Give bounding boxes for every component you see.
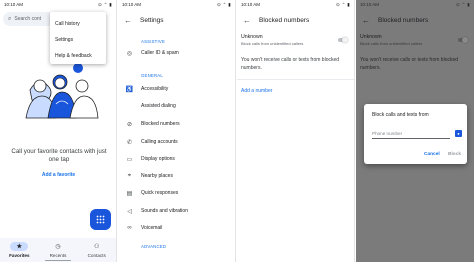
unknown-callers-toggle[interactable] [338,36,348,43]
phone-settings-icon: ✆ [126,139,133,146]
phone-number-input[interactable]: Phone number [372,129,450,139]
unknown-title: Unknown [360,34,382,40]
status-bar: 10:10 AM ⊙ ⌃ ▮ [356,0,474,9]
app-bar: ← Blocked numbers [356,12,474,28]
nav-favorites[interactable]: ★ Favorites [0,238,39,262]
bottom-navigation: ★ Favorites ◷ Recents ⚇ Contacts [0,238,116,262]
app-bar: ← Blocked numbers [237,12,354,28]
blocked-numbers-screen: 10:10 AM ⊙ ⌃ ▮ ← Blocked numbers Unknown… [237,0,355,262]
overflow-menu: Call history Settings Help & feedback [50,12,106,64]
settings-item-voicemail[interactable]: ∞ Voicemail [118,221,235,235]
favorites-illustration [25,63,99,119]
unknown-callers-toggle [458,36,468,43]
status-icons: ⊙ ⌃ ▮ [455,2,470,7]
section-header-assistive: ASSISTIVE [141,39,166,44]
people-icon: ⚇ [93,244,100,250]
back-arrow-icon[interactable]: ← [243,16,259,25]
empty-favorites-message: Call your favorite contacts with just on… [11,148,107,163]
menu-item-call-history[interactable]: Call history [50,16,106,32]
nav-recents[interactable]: ◷ Recents [39,238,78,262]
block-number-dialog: Block calls and texts from Phone number … [364,104,467,164]
settings-item-label: Sounds and vibration [141,208,188,214]
nav-label: Contacts [87,253,106,258]
settings-item-label: Nearby places [141,173,173,179]
settings-item-sounds-vibration[interactable]: ◁ Sounds and vibration [118,204,235,218]
dialpad-button[interactable] [90,209,111,230]
settings-item-label: Calling accounts [141,139,178,145]
speaker-icon: ◁ [127,208,132,215]
nav-label: Favorites [9,253,30,258]
block-number-dialog-screen: 10:10 AM ⊙ ⌃ ▮ ← Blocked numbers Unknown… [356,0,474,262]
status-bar: 10:10 AM ⊙ ⌃ ▮ [118,0,235,9]
status-icons: ⊙ ⌃ ▮ [335,2,350,7]
back-arrow-icon: ← [362,15,370,25]
settings-item-blocked-numbers[interactable]: ⊘ Blocked numbers [118,117,235,131]
block-icon: ⊘ [126,121,133,128]
add-number-link[interactable]: Add a number [241,88,272,94]
nav-contacts[interactable]: ⚇ Contacts [77,238,116,262]
blocked-info-text: You won't receive calls or texts from bl… [360,57,459,71]
unknown-subtitle: Block calls from unidentified callers [241,41,304,46]
display-icon: ▭ [126,156,133,163]
status-time: 10:10 AM [122,2,142,7]
menu-item-settings[interactable]: Settings [50,32,106,48]
page-title: Settings [140,16,164,24]
status-time: 10:10 AM [241,2,261,7]
location-pin-icon: ⌖ [127,172,132,179]
settings-item-label: Voicemail [141,225,163,231]
search-placeholder: Search cont [14,16,42,22]
block-button[interactable]: Block [448,152,461,157]
contact-picker-icon[interactable]: ● [455,130,462,137]
unknown-title: Unknown [241,34,263,40]
search-bar[interactable]: ⌕ Search cont [3,12,55,26]
app-bar: ← Settings [118,12,235,28]
settings-item-label: Quick responses [141,190,179,196]
settings-item-accessibility[interactable]: ♿ Accessibility [118,82,235,96]
unknown-subtitle: Block calls from unidentified callers [360,41,423,46]
settings-item-caller-id[interactable]: ◎ Caller ID & spam [118,46,235,60]
section-header-advanced: ADVANCED [141,244,167,249]
dialog-title: Block calls and texts from [372,112,429,118]
voicemail-icon: ∞ [127,225,132,231]
settings-item-calling-accounts[interactable]: ✆ Calling accounts [118,135,235,149]
settings-item-label: Blocked numbers [141,121,180,127]
gesture-bar [45,259,71,261]
settings-item-label: Assisted dialing [141,103,176,109]
status-time: 10:10 AM [4,2,24,7]
menu-item-help-feedback[interactable]: Help & feedback [50,48,106,64]
unknown-callers-setting[interactable]: Unknown Block calls from unidentified ca… [241,34,353,46]
nav-label: Recents [49,253,67,258]
favorites-screen: 10:10 AM ⊙ ⌃ ▮ ⌕ Search cont Call histor… [0,0,117,262]
status-icons: ⊙ ⌃ ▮ [216,2,231,7]
unknown-callers-setting: Unknown Block calls from unidentified ca… [360,34,472,46]
cancel-button[interactable]: Cancel [424,152,440,157]
page-title: Blocked numbers [378,16,429,24]
status-bar: 10:10 AM ⊙ ⌃ ▮ [0,0,116,9]
settings-item-nearby-places[interactable]: ⌖ Nearby places [118,169,235,183]
settings-item-quick-responses[interactable]: ▤ Quick responses [118,186,235,200]
settings-item-display-options[interactable]: ▭ Display options [118,152,235,166]
message-icon: ▤ [126,190,133,197]
clock-icon: ◷ [55,244,61,250]
back-arrow-icon[interactable]: ← [124,16,140,25]
status-time: 10:10 AM [360,2,380,7]
settings-item-label: Caller ID & spam [141,50,179,56]
settings-screen: 10:10 AM ⊙ ⌃ ▮ ← Settings ASSISTIVE ◎ Ca… [118,0,236,262]
divider [237,79,354,80]
status-icons: ⊙ ⌃ ▮ [97,2,112,7]
section-header-general: GENERAL [141,73,163,78]
add-favorite-link[interactable]: Add a favorite [0,172,116,178]
settings-item-label: Display options [141,156,175,162]
blocked-info-text: You won't receive calls or texts from bl… [241,57,340,71]
settings-item-label: Accessibility [141,86,169,92]
star-icon: ★ [10,242,29,251]
dialpad-icon [96,215,105,224]
caller-id-icon: ◎ [126,50,133,57]
accessibility-icon: ♿ [125,86,134,93]
page-title: Blocked numbers [259,16,310,24]
settings-item-assisted-dialing[interactable]: Assisted dialing [118,99,235,113]
status-bar: 10:10 AM ⊙ ⌃ ▮ [237,0,354,9]
search-icon: ⌕ [8,15,12,22]
